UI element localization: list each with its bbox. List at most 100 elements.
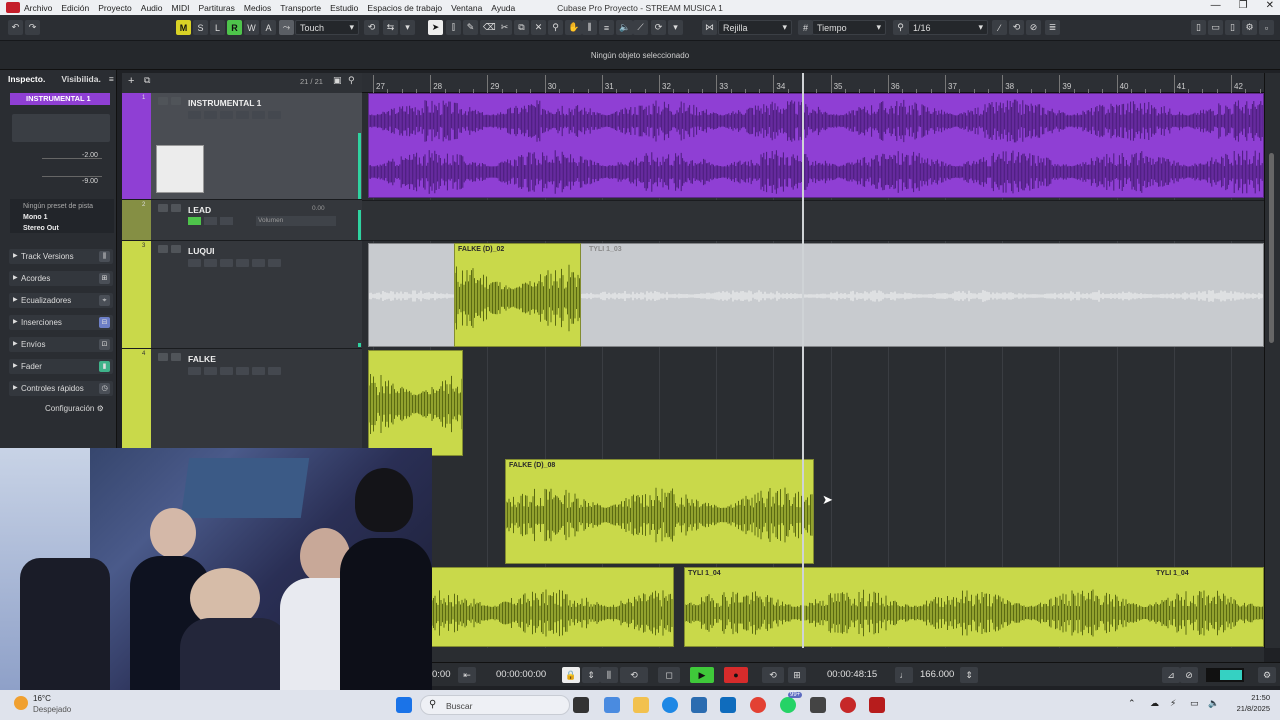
line-tool-icon[interactable]: ⟋	[633, 20, 648, 35]
add-track-icon[interactable]: +	[128, 75, 134, 87]
layout-bottom-icon[interactable]: ▭	[1208, 20, 1223, 35]
clock-date[interactable]: 21/8/2025	[1228, 704, 1270, 713]
event-tyli-left[interactable]	[422, 567, 674, 647]
menu-espacios[interactable]: Espacios de trabajo	[367, 3, 442, 13]
quantize-icon[interactable]: ⚲	[893, 20, 908, 35]
sync-icon[interactable]: ⊘	[1180, 667, 1198, 683]
whatsapp-icon[interactable]	[780, 697, 796, 713]
tray-volume-icon[interactable]: 🔈	[1208, 698, 1219, 709]
snap-menu-icon[interactable]: ▾	[668, 20, 683, 35]
scrollbar-thumb[interactable]	[1269, 153, 1274, 343]
timeline-ruler[interactable]: 27 28 29 30 31 32 33 34 35 36 37 38 39 40 41 42	[362, 73, 1275, 93]
range-tool-icon[interactable]: ⫿	[446, 20, 461, 35]
track-solo-button[interactable]	[171, 204, 181, 212]
layout-menu-icon[interactable]: ▫	[1259, 20, 1274, 35]
windows-start-icon[interactable]	[396, 697, 412, 713]
tray-bluetooth-icon[interactable]: ⚡	[1170, 698, 1176, 709]
menu-partituras[interactable]: Partituras	[198, 3, 234, 13]
play-icon[interactable]: ▶	[690, 667, 714, 683]
automation-mode-icon[interactable]: ⤳	[279, 20, 294, 35]
outlook-icon[interactable]	[720, 697, 736, 713]
track-solo-button[interactable]	[171, 245, 181, 253]
arrange-window[interactable]: TYLI 1_03 FALKE (D)_02 FALKE (D)_08 TYLI…	[362, 93, 1264, 648]
playback-cursor[interactable]	[802, 73, 804, 648]
minimize-icon[interactable]: —	[1211, 0, 1221, 11]
tempo-stepper-icon[interactable]: ⇕	[960, 667, 978, 683]
track-luqui[interactable]: 3 LUQUI	[122, 241, 362, 349]
track-falke[interactable]: 4 FALKE	[122, 349, 362, 449]
quantize-setup-icon[interactable]: ⊘	[1026, 20, 1041, 35]
restore-icon[interactable]: ❐	[1239, 0, 1248, 11]
edge-icon[interactable]	[662, 697, 678, 713]
configuracion-link[interactable]: Configuración ⚙	[45, 404, 104, 413]
track-lead[interactable]: 2 LEAD Volumen 0.00	[122, 200, 362, 241]
vertical-scrollbar[interactable]	[1264, 73, 1280, 648]
track-name[interactable]: INSTRUMENTAL 1	[188, 98, 261, 108]
time-display-icon[interactable]: ⊞	[788, 667, 806, 683]
tempo-value[interactable]: 166.000	[920, 667, 954, 683]
inspector-volume[interactable]: -2.00	[82, 152, 98, 159]
pointer-tool-icon[interactable]: ➤	[428, 20, 443, 35]
metronome-icon[interactable]: ⊿	[1162, 667, 1180, 683]
section-acordes[interactable]: ▶ Acordes ⊞	[9, 271, 113, 286]
write-automation-button[interactable]	[236, 111, 249, 119]
lock-icon[interactable]: 🔒	[562, 667, 580, 683]
section-ecualizadores[interactable]: ▶ Ecualizadores ⌖	[9, 293, 113, 308]
layout-right-icon[interactable]: ▯	[1225, 20, 1240, 35]
event-tyli-right[interactable]: TYLI 1_04 TYLI 1_04	[684, 567, 1264, 647]
section-track-versions[interactable]: ▶ Track Versions ⫼	[9, 249, 113, 264]
edit-channel-button[interactable]	[252, 367, 265, 375]
nudge-menu-icon[interactable]: ▾	[400, 20, 415, 35]
automation-parameter[interactable]: Volumen	[256, 216, 336, 226]
cubase-taskbar-icon[interactable]	[869, 697, 885, 713]
read-button[interactable]: R	[227, 20, 242, 35]
inspector-pan[interactable]: -9.00	[82, 178, 98, 185]
cycle-icon[interactable]: ⟲	[620, 667, 648, 683]
track-name[interactable]: LEAD	[188, 205, 211, 215]
horizontal-scrollbar[interactable]	[432, 648, 1264, 662]
close-window-icon[interactable]: ✕	[1266, 0, 1274, 11]
marker-icon[interactable]: ⫼	[600, 667, 618, 683]
menu-proyecto[interactable]: Proyecto	[98, 3, 132, 13]
transport-time-display[interactable]: 00:00:48:15	[827, 667, 877, 683]
lanes-button[interactable]	[268, 259, 281, 267]
quantize-reset-icon[interactable]: ⟲	[1009, 20, 1024, 35]
tray-network-icon[interactable]: ▭	[1190, 698, 1199, 709]
track-mute-button[interactable]	[158, 353, 168, 361]
inspector-preset[interactable]: Ningún preset de pista	[23, 201, 114, 212]
record-enable-button[interactable]	[188, 259, 201, 267]
monitor-button[interactable]	[204, 259, 217, 267]
copilot-icon[interactable]	[604, 697, 620, 713]
inspector-menu-icon[interactable]: ≡	[109, 74, 114, 84]
tempo-icon[interactable]: ♩	[895, 667, 913, 683]
timewarp-tool-icon[interactable]: ⫼	[582, 20, 597, 35]
punch-icon[interactable]: ⇕	[582, 667, 600, 683]
tab-inspector[interactable]: Inspecto.	[0, 74, 53, 84]
inspector-output[interactable]: Stereo Out	[23, 223, 114, 234]
solo-button[interactable]: S	[193, 20, 208, 35]
locator-icon[interactable]: ⇤	[458, 667, 476, 683]
task-view-icon[interactable]	[573, 697, 589, 713]
snap-type-select[interactable]: Rejilla ▾	[718, 20, 792, 35]
track-mute-button[interactable]	[158, 204, 168, 212]
quantize-apply-icon[interactable]: ⁄	[992, 20, 1007, 35]
pencil-tool-icon[interactable]: ✎	[463, 20, 478, 35]
menu-transporte[interactable]: Transporte	[280, 3, 321, 13]
write-automation-button[interactable]	[204, 217, 217, 225]
section-controles-rapidos[interactable]: ▶ Controles rápidos ◷	[9, 381, 113, 396]
grid-type-select[interactable]: Tiempo ▾	[812, 20, 886, 35]
track-mute-button[interactable]	[158, 97, 168, 105]
event-falke-a[interactable]	[368, 350, 463, 456]
file-explorer-icon[interactable]	[633, 697, 649, 713]
weather-desc[interactable]: Despejado	[33, 705, 71, 714]
tray-chevron-icon[interactable]: ⌃	[1128, 698, 1136, 709]
chrome-icon[interactable]	[750, 697, 766, 713]
menu-medios[interactable]: Medios	[244, 3, 271, 13]
mute-tool-icon[interactable]: ✕	[531, 20, 546, 35]
write-automation-button[interactable]	[236, 367, 249, 375]
edit-channel-button[interactable]	[252, 259, 265, 267]
split-tool-icon[interactable]: ✂	[497, 20, 512, 35]
record-icon[interactable]: ●	[724, 667, 748, 683]
folder-button[interactable]	[268, 111, 281, 119]
event-falke-d02[interactable]: FALKE (D)_02	[454, 243, 581, 347]
